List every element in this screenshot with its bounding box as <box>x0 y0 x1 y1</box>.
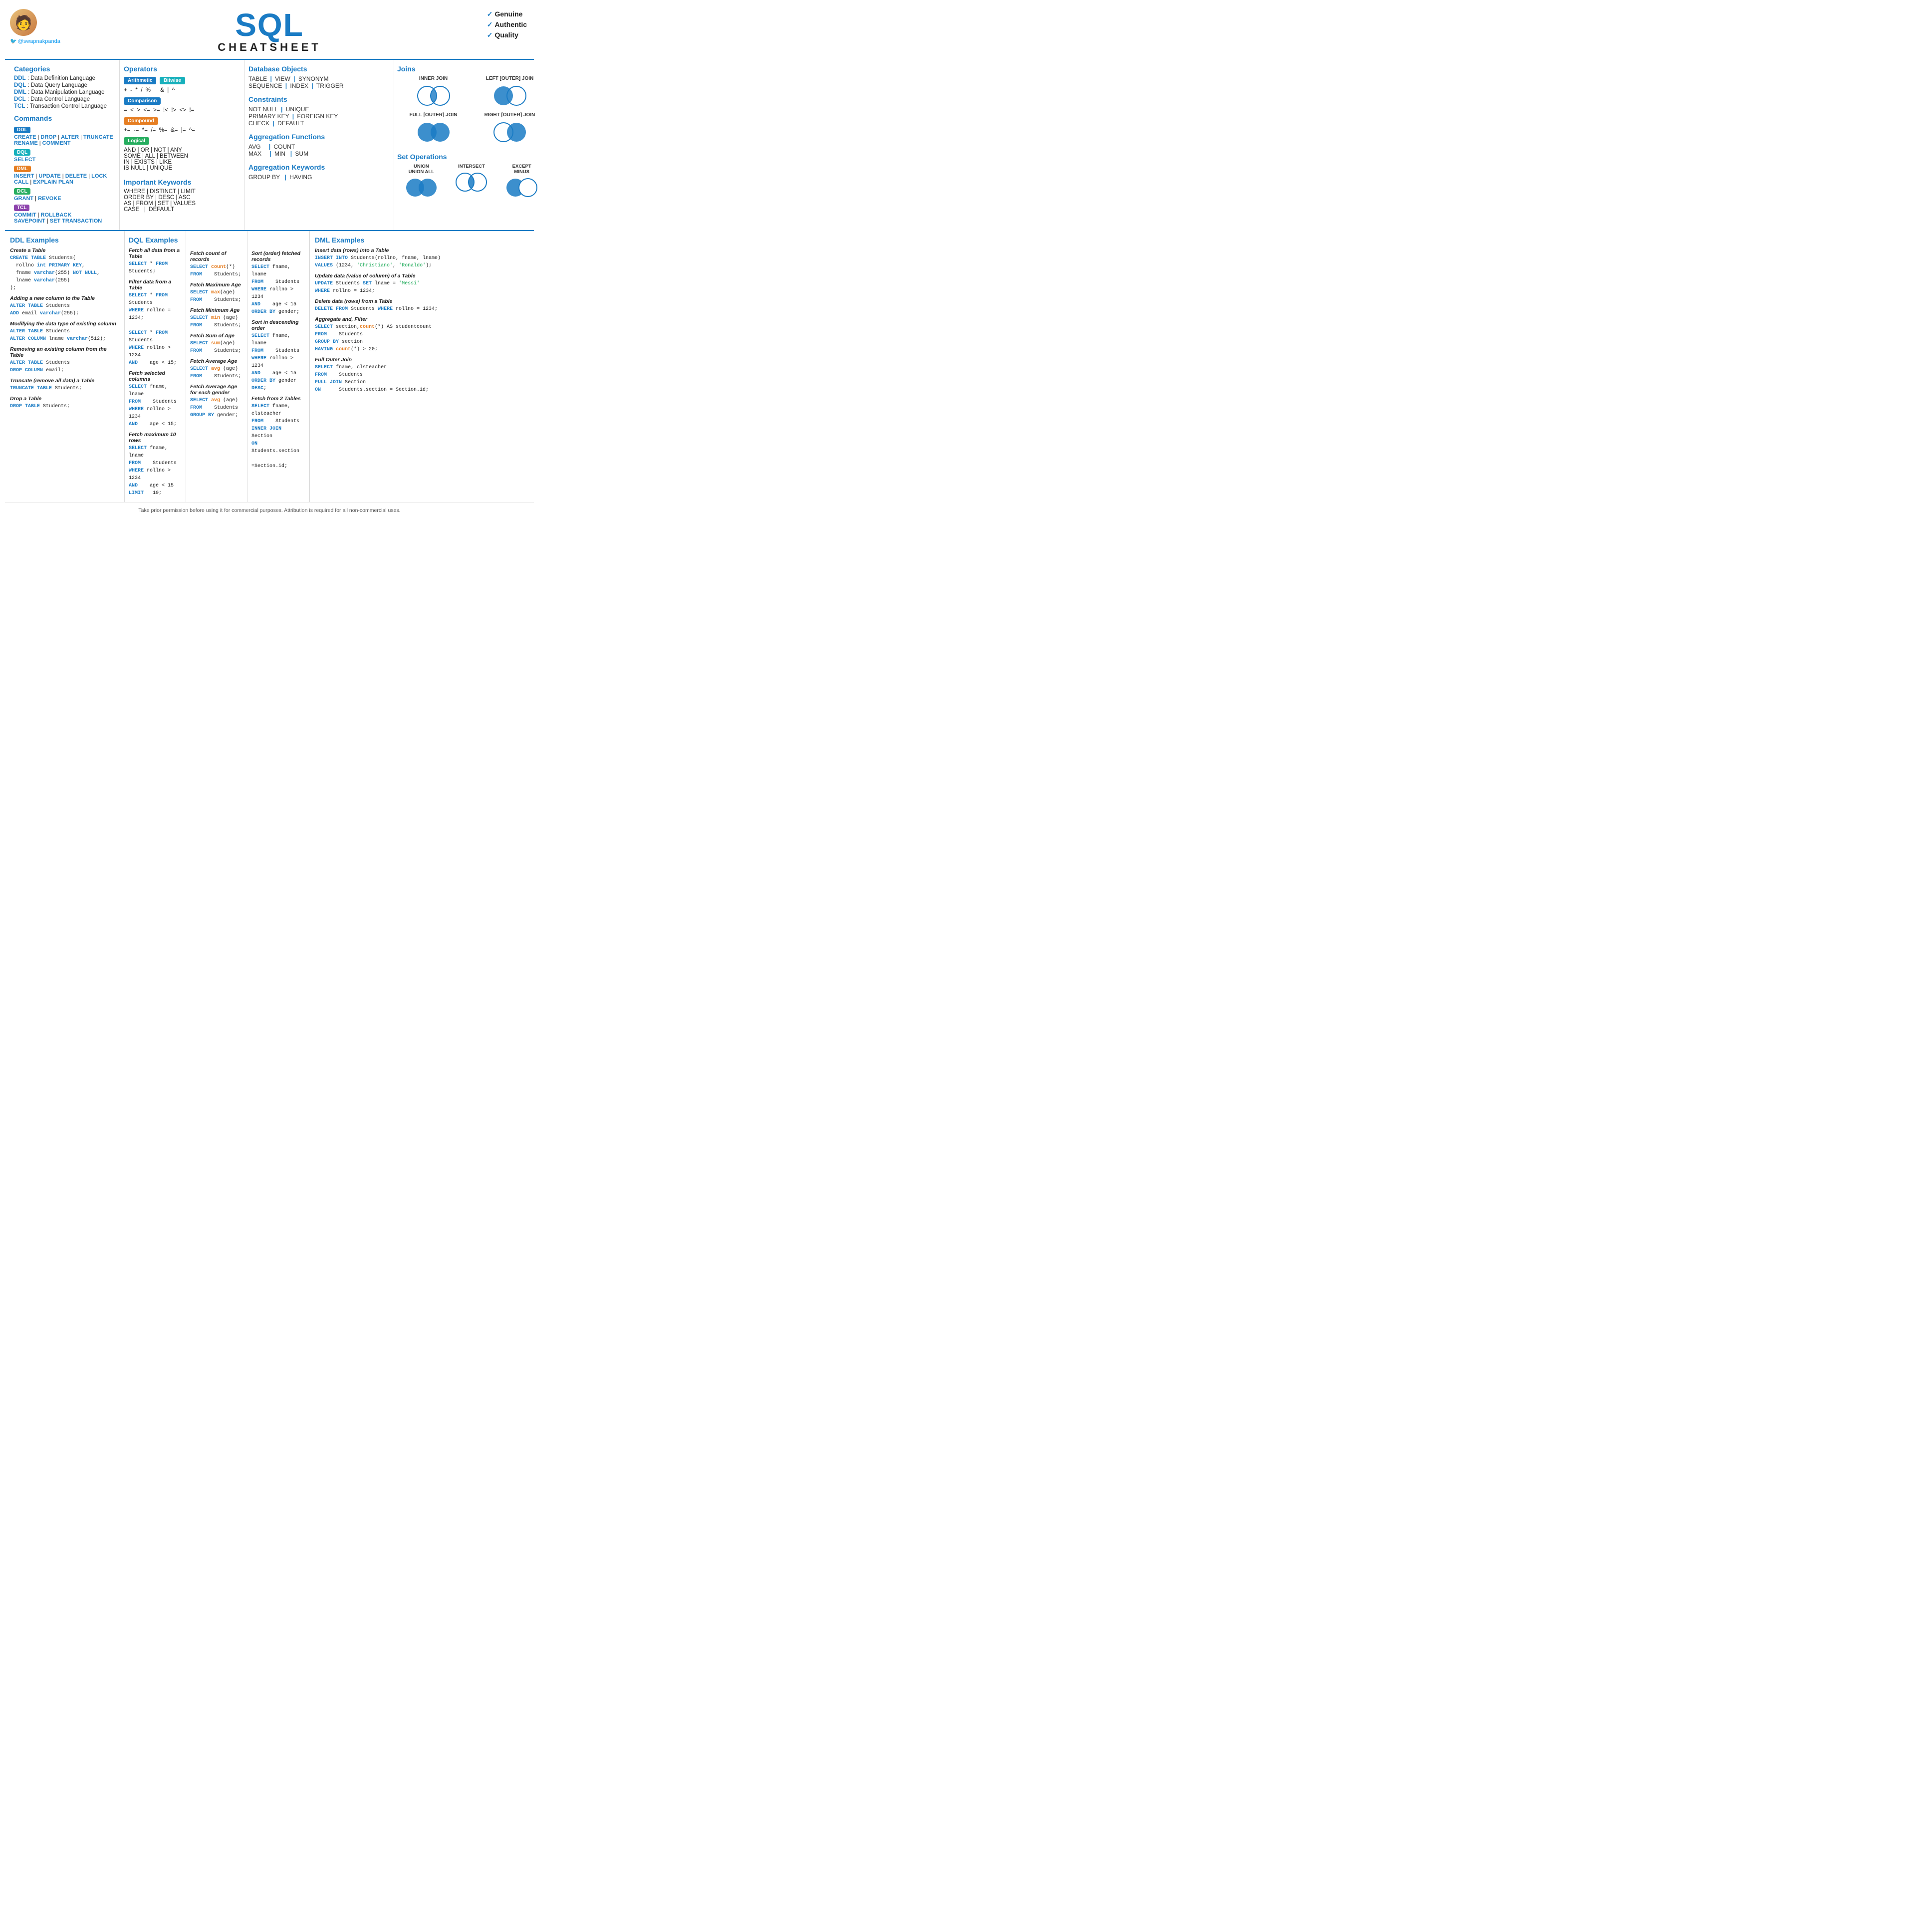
op-arith-text: + - * / % & | ^ <box>124 87 240 93</box>
db-objects-title: Database Objects <box>248 65 390 73</box>
operators-title: Operators <box>124 65 240 73</box>
badge-quality: ✓Quality <box>487 31 527 39</box>
join-right: RIGHT [OUTER] JOIN <box>474 112 546 145</box>
dql-col2: Fetch count of records SELECT count(*) F… <box>186 231 247 502</box>
bottom-section: DDL Examples Create a Table CREATE TABLE… <box>5 230 534 502</box>
set-except: EXCEPTMINUS <box>497 164 546 202</box>
commands-title: Commands <box>14 114 115 122</box>
ddl-title: DDL Examples <box>10 236 119 244</box>
dql-examples: DQL Examples Fetch all data from a Table… <box>125 231 309 502</box>
ddl-ex2-sub: Adding a new column to the Table <box>10 295 119 301</box>
badge-compound: Compound <box>124 117 158 125</box>
cmd-dql: SELECT <box>14 157 115 163</box>
dml-title: DML Examples <box>315 236 529 244</box>
venn-inner <box>414 83 454 108</box>
ddl-examples: DDL Examples Create a Table CREATE TABLE… <box>5 231 125 502</box>
ddl-ex5-sub: Truncate (remove all data) a Table <box>10 378 119 384</box>
footer-text: Take prior permission before using it fo… <box>138 507 400 513</box>
op-compound-text: += -= *= /= %= &= |= ^= <box>124 127 240 133</box>
badge-ddl: DDL <box>14 127 30 133</box>
agg-keywords-list: GROUP BY | HAVING <box>248 174 390 181</box>
title-cheatsheet: CHEATSHEET <box>218 41 321 54</box>
header-right: ✓Genuine ✓Authentic ✓Quality <box>487 10 527 41</box>
ddl-ex3-code: ALTER TABLE Students ALTER COLUMN lname … <box>10 328 119 343</box>
op-logical-text: AND | OR | NOT | ANY SOME | ALL | BETWEE… <box>124 147 240 171</box>
badge-authentic: ✓Authentic <box>487 20 527 29</box>
venn-right <box>490 120 530 145</box>
op-comparison-text: = < > <= >= !< !> <> != <box>124 107 240 113</box>
join-inner: INNER JOIN <box>397 76 470 108</box>
avatar: 🧑 <box>10 9 37 36</box>
ddl-ex1-code: CREATE TABLE Students( rollno int PRIMAR… <box>10 254 119 292</box>
important-keywords-text: WHERE | DISTINCT | LIMIT ORDER BY | DESC… <box>124 189 240 213</box>
agg-functions-list: AVG | COUNT MAX | MIN | SUM <box>248 143 390 157</box>
twitter-handle: 🐦 @swapnakpanda <box>10 38 60 44</box>
ddl-ex6-code: DROP TABLE Students; <box>10 403 119 410</box>
header-center: SQL CHEATSHEET <box>218 9 321 54</box>
header-left: 🧑 🐦 @swapnakpanda <box>10 9 60 44</box>
cmd-dcl: GRANT | REVOKE <box>14 196 115 202</box>
ddl-ex1-sub: Create a Table <box>10 247 119 253</box>
joins-grid: INNER JOIN LEFT [OUTER] JOIN <box>397 76 546 145</box>
venn-full <box>414 120 454 145</box>
join-full: FULL [OUTER] JOIN <box>397 112 470 145</box>
col-joins-sets: Joins INNER JOIN LEFT [OUTER] JOIN <box>394 60 549 230</box>
badge-tcl: TCL <box>14 205 29 211</box>
cat-ddl: DDL : Data Definition Language <box>14 75 115 81</box>
badge-comparison: Comparison <box>124 97 161 105</box>
join-left: LEFT [OUTER] JOIN <box>474 76 546 108</box>
title-sql: SQL <box>218 9 321 41</box>
twitter-icon: 🐦 <box>10 38 17 44</box>
agg-functions-title: Aggregation Functions <box>248 133 390 141</box>
dql-col1: DQL Examples Fetch all data from a Table… <box>125 231 186 502</box>
venn-left <box>490 83 530 108</box>
agg-keywords-title: Aggregation Keywords <box>248 163 390 171</box>
cmd-tcl: COMMIT | ROLLBACK SAVEPOINT | SET TRANSA… <box>14 212 115 224</box>
cmd-dml: INSERT | UPDATE | DELETE | LOCK CALL | E… <box>14 173 115 185</box>
header: 🧑 🐦 @swapnakpanda SQL CHEATSHEET ✓Genuin… <box>0 0 539 59</box>
badge-genuine: ✓Genuine <box>487 10 527 18</box>
dql-col3: Sort (order) fetched records SELECT fnam… <box>247 231 309 502</box>
col-operators: Operators Arithmetic Bitwise + - * / % &… <box>120 60 244 230</box>
badge-arithmetic: Arithmetic <box>124 77 156 84</box>
cat-tcl: TCL : Transaction Control Language <box>14 103 115 109</box>
cat-dml: DML : Data Manipulation Language <box>14 89 115 95</box>
dql-title: DQL Examples <box>129 236 182 244</box>
ddl-ex6-sub: Drop a Table <box>10 396 119 402</box>
main-grid: Categories DDL : Data Definition Languag… <box>5 59 534 230</box>
cmd-ddl: CREATE | DROP | ALTER | TRUNCATE RENAME … <box>14 134 115 146</box>
badge-bitwise: Bitwise <box>160 77 185 84</box>
set-intersect: INTERSECT <box>448 164 496 202</box>
constraints-list: NOT NULL | UNIQUE PRIMARY KEY | FOREIGN … <box>248 106 390 127</box>
ddl-ex5-code: TRUNCATE TABLE Students; <box>10 385 119 392</box>
ddl-ex4-sub: Removing an existing column from the Tab… <box>10 346 119 358</box>
col-categories-commands: Categories DDL : Data Definition Languag… <box>10 60 120 230</box>
badge-logical: Logical <box>124 137 149 145</box>
badge-dql: DQL <box>14 149 30 156</box>
db-objects-list: TABLE | VIEW | SYNONYM SEQUENCE | INDEX … <box>248 75 390 89</box>
col-db-objects: Database Objects TABLE | VIEW | SYNONYM … <box>244 60 394 230</box>
set-ops-grid: UNIONUNION ALL INTERSECT EXCEPTMINUS <box>397 164 546 202</box>
footer: Take prior permission before using it fo… <box>5 502 534 517</box>
set-ops-title: Set Operations <box>397 153 546 161</box>
ddl-ex3-sub: Modifying the data type of existing colu… <box>10 321 119 327</box>
badge-dml: DML <box>14 166 31 172</box>
ddl-ex4-code: ALTER TABLE Students DROP COLUMN email; <box>10 359 119 374</box>
badge-dcl: DCL <box>14 188 30 195</box>
cat-dql: DQL : Data Query Language <box>14 82 115 88</box>
dml-examples: DML Examples Insert data (rows) into a T… <box>309 231 534 502</box>
joins-title: Joins <box>397 65 546 73</box>
important-keywords-title: Important Keywords <box>124 178 240 186</box>
ddl-ex2-code: ALTER TABLE Students ADD email varchar(2… <box>10 302 119 317</box>
constraints-title: Constraints <box>248 95 390 103</box>
set-union: UNIONUNION ALL <box>397 164 446 202</box>
categories-title: Categories <box>14 65 115 73</box>
cat-dcl: DCL : Data Control Language <box>14 96 115 102</box>
